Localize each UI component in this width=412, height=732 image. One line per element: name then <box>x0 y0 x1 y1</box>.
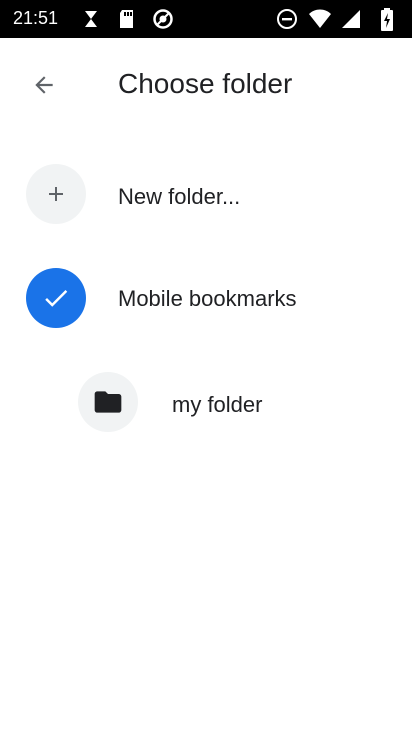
back-button[interactable] <box>22 63 66 107</box>
arrow-back-icon <box>35 76 53 94</box>
signal-icon <box>340 8 362 30</box>
add-icon-container <box>26 164 86 224</box>
sd-card-icon <box>116 8 138 30</box>
folder-label: my folder <box>172 392 263 417</box>
sync-off-icon <box>80 8 102 30</box>
add-icon <box>49 187 63 201</box>
do-not-disturb-off-icon <box>152 8 174 30</box>
status-bar: 21:51 <box>0 0 412 38</box>
selected-indicator <box>26 268 86 328</box>
app-bar: Choose folder <box>0 38 412 130</box>
minus-circle-icon <box>276 8 298 30</box>
battery-charging-icon <box>380 8 394 31</box>
new-folder-row[interactable]: New folder... <box>0 146 412 242</box>
page-title: Choose folder <box>118 68 293 99</box>
folder-icon <box>94 391 122 413</box>
folder-row-mobile-bookmarks[interactable]: Mobile bookmarks <box>0 250 412 346</box>
folder-icon-container <box>78 372 138 432</box>
folder-row-my-folder[interactable]: my folder <box>0 354 412 450</box>
check-icon <box>45 290 68 307</box>
wifi-icon <box>308 8 331 30</box>
folder-label: Mobile bookmarks <box>118 286 297 311</box>
status-time: 21:51 <box>13 8 59 28</box>
new-folder-label: New folder... <box>118 184 241 209</box>
